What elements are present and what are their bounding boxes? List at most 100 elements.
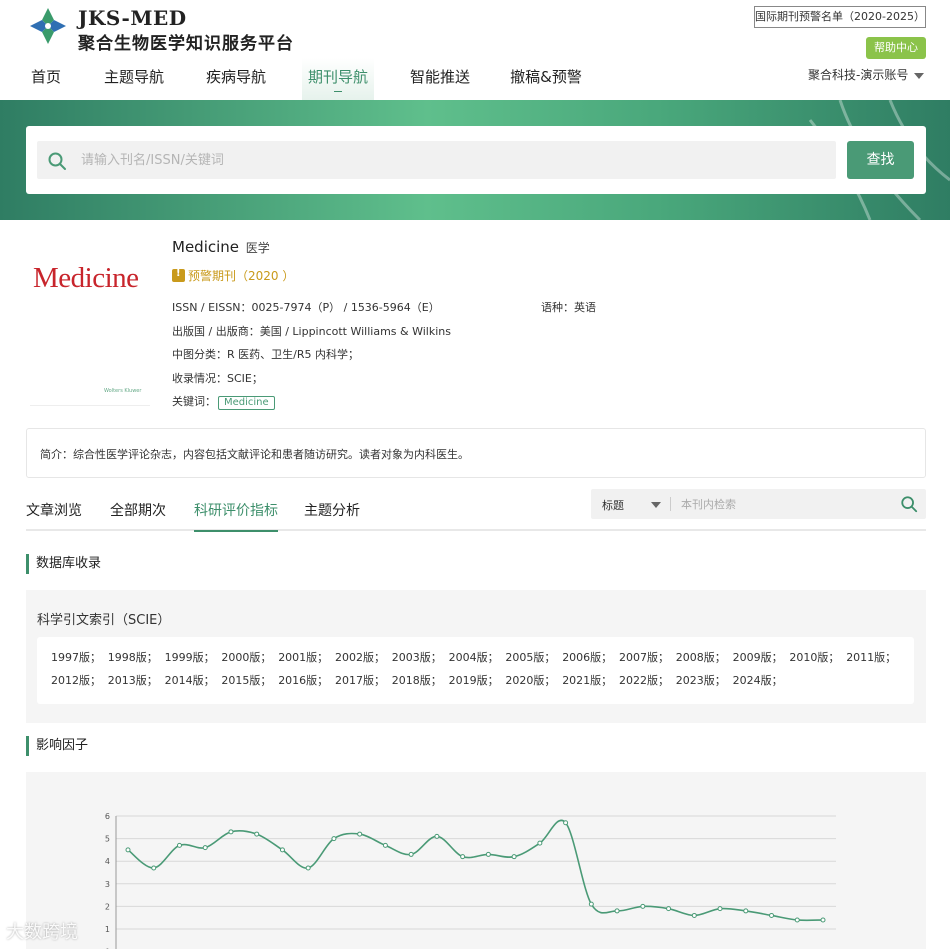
edition-year: 2004版；: [448, 651, 499, 664]
edition-year: 2010版；: [789, 651, 840, 664]
edition-year: 2018版；: [391, 674, 442, 687]
database-section-title: 数据库收录: [26, 554, 101, 574]
database-panel: 科学引文索引（SCIE） 1997版； 1998版； 1999版； 2000版； 200…: [26, 590, 926, 723]
data-point: [305, 865, 311, 871]
edition-year: 2002版；: [335, 651, 385, 664]
edition-year: 2000版；: [221, 651, 272, 664]
journal-title: Medicine 医学: [172, 238, 270, 256]
warning-badge: 预警期刊（2020 ）: [172, 267, 294, 284]
data-point: [434, 833, 440, 839]
search-field[interactable]: [37, 141, 836, 179]
nav-journals[interactable]: 期刊导航: [302, 58, 374, 100]
journal-indexed: 收录情况：SCIE；: [172, 372, 263, 385]
warning-text: 预警期刊（2020 ）: [188, 269, 295, 283]
journal-issn: ISSN / EISSN：0025-7974（P） / 1536-5964（E）: [172, 301, 440, 314]
warning-icon: [172, 268, 185, 282]
search-icon[interactable]: [900, 495, 918, 513]
data-point: [537, 840, 543, 846]
cover-publisher-logo: Wolters Kluwer: [104, 388, 142, 394]
cover-title: Medicine: [33, 262, 139, 294]
brand-name-en: JKS-MED: [78, 6, 187, 30]
edition-year: 2019版；: [448, 674, 499, 687]
in-journal-search-input[interactable]: [681, 489, 881, 519]
edition-year: 2017版；: [335, 674, 385, 687]
edition-years-box: 1997版； 1998版； 1999版； 2000版； 2001版； 2002版； 2003…: [37, 637, 914, 704]
edition-year: 2003版；: [391, 651, 442, 664]
keywords-label: 关键词：: [172, 395, 216, 408]
data-point: [176, 842, 182, 848]
data-point: [228, 829, 234, 835]
journal-publisher: 出版国 / 出版商：美国 / Lippincott Williams & Wil…: [172, 325, 451, 338]
search-button[interactable]: 查找: [847, 141, 914, 179]
edition-year: 2021版；: [562, 674, 613, 687]
data-point: [460, 854, 466, 860]
tab-evaluation-metrics[interactable]: 科研评价指标: [194, 500, 278, 532]
data-point: [279, 847, 285, 853]
edition-year: 2024版；: [732, 674, 783, 687]
y-tick-label: 1: [105, 925, 110, 934]
chevron-down-icon: [914, 72, 925, 79]
nav-topics[interactable]: 主题导航: [96, 58, 172, 100]
journal-language: 语种：英语: [541, 301, 596, 314]
data-point: [794, 917, 800, 923]
data-point: [408, 851, 414, 857]
journal-title-text: Medicine: [172, 238, 240, 256]
nav-retraction-warning[interactable]: 撤稿&预警: [504, 58, 588, 100]
edition-year: 1999版；: [164, 651, 215, 664]
account-name: 聚合科技-演示账号: [808, 68, 909, 82]
edition-year: 2008版；: [675, 651, 726, 664]
edition-year: 2009版；: [732, 651, 783, 664]
data-point: [563, 820, 569, 826]
cover-divider: [30, 405, 150, 406]
warning-list-button[interactable]: 国际期刊预警名单（2020-2025）: [754, 6, 926, 28]
tab-articles[interactable]: 文章浏览: [26, 500, 82, 530]
edition-year: 2007版；: [619, 651, 669, 664]
data-point: [151, 865, 157, 871]
nav-smart-push[interactable]: 智能推送: [402, 58, 478, 100]
y-tick-label: 6: [105, 812, 110, 821]
logo-icon[interactable]: [28, 6, 68, 46]
edition-year: 2011版；: [846, 651, 897, 664]
edition-year: 2001版；: [278, 651, 329, 664]
data-point: [511, 854, 517, 860]
data-point: [640, 903, 646, 909]
data-point: [717, 906, 723, 912]
search-card: 查找: [26, 126, 926, 194]
data-point: [125, 847, 131, 853]
keyword-tag[interactable]: Medicine: [218, 396, 275, 410]
data-point: [588, 901, 594, 907]
journal-keywords: 关键词： Medicine: [172, 393, 275, 410]
data-point: [614, 908, 620, 914]
help-center-button[interactable]: 帮助中心: [866, 37, 926, 59]
data-point: [666, 906, 672, 912]
impact-factor-chart: 0123456: [105, 812, 836, 949]
edition-year: 2005版；: [505, 651, 556, 664]
data-point: [769, 912, 775, 918]
edition-year: 1998版；: [107, 651, 158, 664]
nav-home[interactable]: 首页: [18, 58, 74, 100]
edition-year: 2014版；: [164, 674, 215, 687]
data-point: [331, 836, 337, 842]
data-point: [485, 851, 491, 857]
chevron-down-icon[interactable]: [651, 502, 661, 508]
header: JKS-MED 聚合生物医学知识服务平台 国际期刊预警名单（2020-2025）…: [0, 0, 950, 100]
account-menu[interactable]: 聚合科技-演示账号: [808, 66, 925, 83]
nav-diseases[interactable]: 疾病导航: [198, 58, 274, 100]
edition-year: 2012版；: [51, 674, 101, 687]
data-point: [202, 845, 208, 851]
data-point: [743, 908, 749, 914]
divider: [670, 497, 671, 511]
edition-year: 2020版；: [505, 674, 556, 687]
data-point: [691, 912, 697, 918]
journal-cover: Medicine Wolters Kluwer: [30, 240, 150, 408]
tab-all-issues[interactable]: 全部期次: [110, 500, 166, 530]
y-tick-label: 4: [105, 857, 110, 866]
database-name: 科学引文索引（SCIE）: [37, 613, 171, 628]
search-input[interactable]: [81, 141, 821, 179]
y-tick-label: 3: [105, 880, 110, 889]
tab-topic-analysis[interactable]: 主题分析: [304, 500, 360, 530]
data-point: [357, 831, 363, 837]
journal-classification: 中图分类：R 医药、卫生/R5 内科学；: [172, 348, 359, 361]
search-field-select[interactable]: 标题: [602, 497, 624, 513]
y-tick-label: 2: [105, 902, 110, 911]
